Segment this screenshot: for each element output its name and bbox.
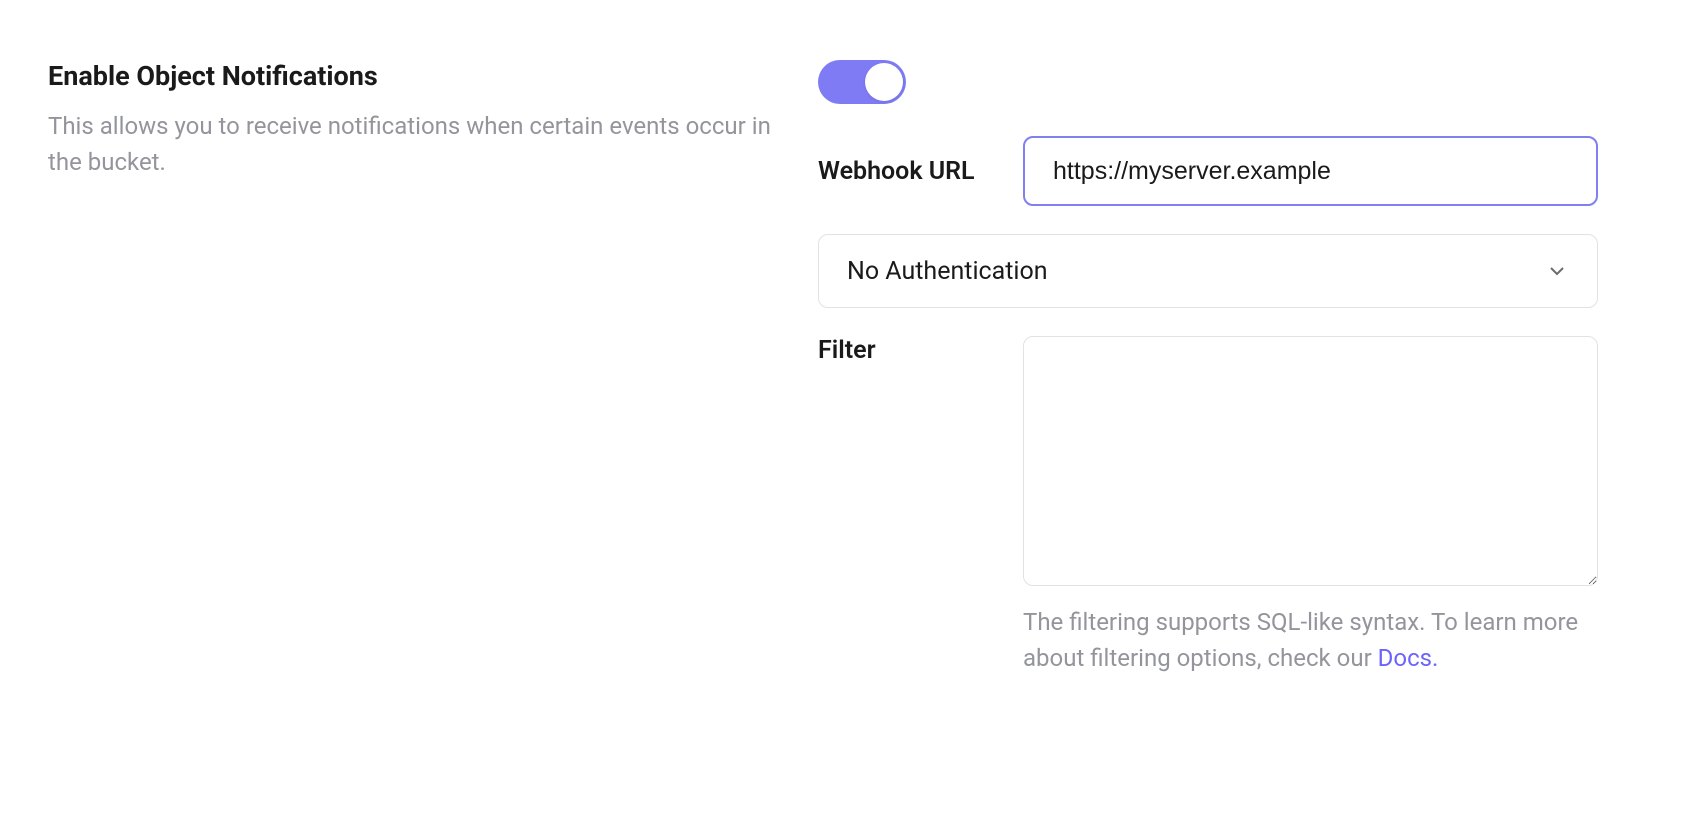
filter-help-prefix: The filtering supports SQL-like syntax. … [1023,608,1578,672]
section-title: Enable Object Notifications [48,60,778,92]
filter-help-text: The filtering supports SQL-like syntax. … [1023,604,1598,676]
chevron-down-icon [1545,259,1569,283]
filter-label: Filter [818,336,1003,365]
authentication-select[interactable]: No Authentication [818,234,1598,308]
enable-notifications-toggle[interactable] [818,60,906,104]
toggle-knob [865,63,903,101]
section-description: This allows you to receive notifications… [48,108,778,180]
webhook-url-input[interactable] [1023,136,1598,206]
webhook-url-label: Webhook URL [818,157,1003,186]
docs-link[interactable]: Docs. [1378,644,1439,672]
authentication-selected-value: No Authentication [847,257,1048,286]
filter-textarea[interactable] [1023,336,1598,586]
